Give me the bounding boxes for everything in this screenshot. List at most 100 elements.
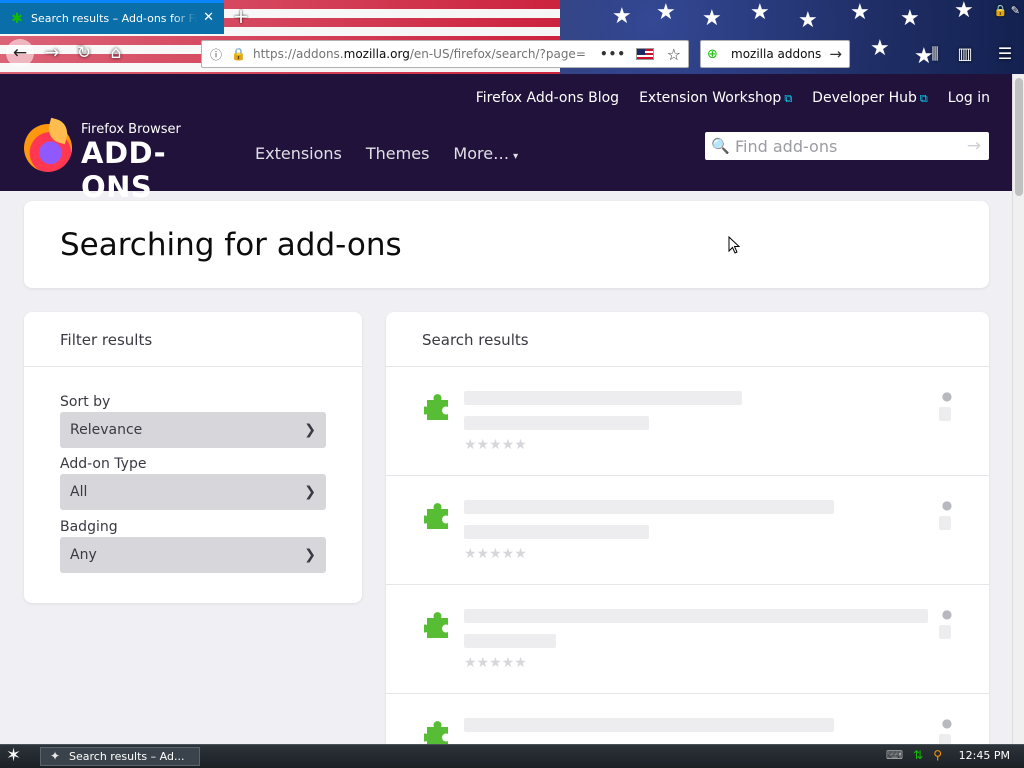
firefox-app-icon: ✦ [50, 749, 61, 763]
start-menu-icon[interactable]: ✶ [6, 746, 21, 766]
search-tray-icon[interactable]: ⚲ [933, 748, 942, 762]
keyboard-icon[interactable]: ⌨ [886, 748, 903, 762]
page-actions-icon[interactable]: ••• [600, 47, 626, 61]
search-result-placeholder: ★★★★★ ● [386, 585, 989, 694]
result-name-placeholder [464, 391, 742, 405]
sort-by-select[interactable]: Relevance ❯ [60, 412, 326, 448]
search-query[interactable]: mozilla addons [731, 47, 821, 61]
header-link-developer-hub[interactable]: Developer Hub ⧉ [812, 90, 928, 106]
user-count-placeholder [939, 516, 951, 530]
user-icon: ● [941, 498, 953, 512]
divider [24, 366, 362, 367]
browser-tab[interactable]: ✱ Search results – Add-ons for Firefox ✕ [0, 0, 224, 34]
rating-stars-icon: ★★★★★ [464, 655, 527, 671]
search-heading-card: Searching for add-ons [24, 201, 989, 288]
browser-chrome: ★ ★ ★ ★ ★ ★ ★ ★ ★ ★ ✱ Search results – A… [0, 0, 1024, 74]
logo-line-2: ADD-ONS [81, 136, 167, 204]
scrollbar-thumb[interactable] [1015, 78, 1023, 196]
url-text[interactable]: https://addons.mozilla.org/en-US/firefox… [253, 47, 593, 61]
mouse-cursor-icon [728, 236, 740, 254]
amo-search-form: 🔍 Find add-ons → [705, 132, 989, 160]
site-info-icon[interactable]: ⓘ [210, 46, 226, 63]
system-tray: ⌨ ⇅ ⚲ [886, 748, 942, 762]
user-count-placeholder [939, 734, 951, 744]
page-title: Searching for add-ons [60, 227, 402, 263]
chevron-down-icon: ❯ [304, 547, 316, 563]
sort-by-value: Relevance [70, 422, 143, 438]
taskbar-window-label: Search results – Ad... [69, 750, 185, 763]
user-icon: ● [941, 716, 953, 730]
firefox-logo-icon [24, 124, 72, 172]
close-tab-icon[interactable]: ✕ [203, 10, 214, 25]
window-controls[interactable]: 🔒 ✎ [994, 4, 1020, 17]
rating-stars-icon: ★★★★★ [464, 437, 527, 453]
header-link-blog[interactable]: Firefox Add-ons Blog [476, 90, 619, 106]
amo-logo[interactable]: Firefox Browser ADD-ONS [24, 122, 234, 204]
new-tab-button[interactable]: + [230, 4, 252, 28]
chevron-down-icon: ▾ [513, 151, 519, 162]
addon-type-label: Add-on Type [60, 456, 147, 472]
user-icon: ● [941, 607, 953, 621]
network-icon[interactable]: ⇅ [913, 748, 923, 762]
search-result-placeholder: ★★★★★● [386, 694, 989, 744]
bookmark-star-icon[interactable]: ☆ [667, 45, 681, 64]
search-go-icon[interactable]: → [829, 45, 842, 63]
home-button[interactable]: ⌂ [102, 39, 130, 67]
search-result-placeholder: ★★★★★ ● [386, 476, 989, 585]
flag-icon[interactable] [636, 48, 654, 60]
filter-panel-title: Filter results [60, 331, 153, 349]
browser-search-bar[interactable]: ⊕ mozilla addons → [700, 40, 850, 68]
filter-panel: Filter results Sort by Relevance ❯ Add-o… [24, 312, 362, 603]
puzzle-icon: ✱ [11, 10, 23, 27]
back-button[interactable]: ← [6, 39, 34, 67]
puzzle-icon [424, 612, 448, 638]
nav-themes[interactable]: Themes [366, 144, 430, 163]
result-summary-placeholder [464, 634, 556, 648]
page-scrollbar[interactable] [1012, 74, 1024, 744]
logo-line-1: Firefox Browser [81, 122, 181, 137]
tab-title: Search results – Add-ons for Firefox [31, 12, 197, 25]
user-icon: ● [941, 389, 953, 403]
addon-type-value: All [70, 484, 88, 500]
result-name-placeholder [464, 718, 834, 732]
nav-extensions[interactable]: Extensions [255, 144, 342, 163]
result-summary-placeholder [464, 525, 649, 539]
header-links: Firefox Add-ons Blog Extension Workshop ⧉… [476, 90, 990, 106]
menu-icon[interactable]: ☰ [994, 43, 1016, 65]
header-link-login[interactable]: Log in [948, 90, 990, 106]
results-panel-title: Search results [422, 331, 529, 349]
nav-more[interactable]: More… ▾ [453, 144, 518, 163]
main-nav: Extensions Themes More… ▾ [255, 144, 518, 163]
taskbar-window-button[interactable]: ✦ Search results – Ad... [40, 747, 200, 766]
external-link-icon: ⧉ [784, 92, 793, 105]
search-icon: 🔍 [711, 137, 730, 155]
external-link-icon: ⧉ [919, 92, 928, 105]
url-bar[interactable]: ⓘ 🔒 https://addons.mozilla.org/en-US/fir… [201, 40, 689, 68]
amo-header: Firefox Add-ons Blog Extension Workshop ⧉… [0, 74, 1012, 204]
clock: 12:45 PM [958, 749, 1010, 762]
sidebar-icon[interactable]: ▥ [954, 43, 976, 65]
library-icon[interactable]: ⫼ [924, 43, 946, 65]
header-link-extension-workshop[interactable]: Extension Workshop ⧉ [639, 90, 792, 106]
result-name-placeholder [464, 609, 928, 623]
search-engine-icon[interactable]: ⊕ [707, 47, 723, 62]
nav-toolbar: ← → ↻ ⌂ ⓘ 🔒 https://addons.mozilla.org/e… [0, 35, 1024, 71]
chevron-down-icon: ❯ [304, 422, 316, 438]
search-result-placeholder: ★★★★★ ● [386, 367, 989, 476]
user-count-placeholder [939, 625, 951, 639]
lock-icon[interactable]: 🔒 [231, 47, 246, 61]
addon-type-select[interactable]: All ❯ [60, 474, 326, 510]
rating-stars-icon: ★★★★★ [464, 546, 527, 562]
chevron-down-icon: ❯ [304, 484, 316, 500]
forward-button[interactable]: → [38, 39, 66, 67]
puzzle-icon [424, 394, 448, 420]
puzzle-icon [424, 503, 448, 529]
amo-search-input[interactable]: Find add-ons [735, 137, 837, 156]
badging-select[interactable]: Any ❯ [60, 537, 326, 573]
badging-value: Any [70, 547, 97, 563]
result-summary-placeholder [464, 416, 649, 430]
search-submit-icon[interactable]: → [967, 136, 981, 156]
results-panel: Search results ★★★★★●★★★★★●★★★★★●★★★★★● [386, 312, 989, 744]
page-viewport: Firefox Add-ons Blog Extension Workshop ⧉… [0, 74, 1012, 744]
reload-button[interactable]: ↻ [70, 39, 98, 67]
